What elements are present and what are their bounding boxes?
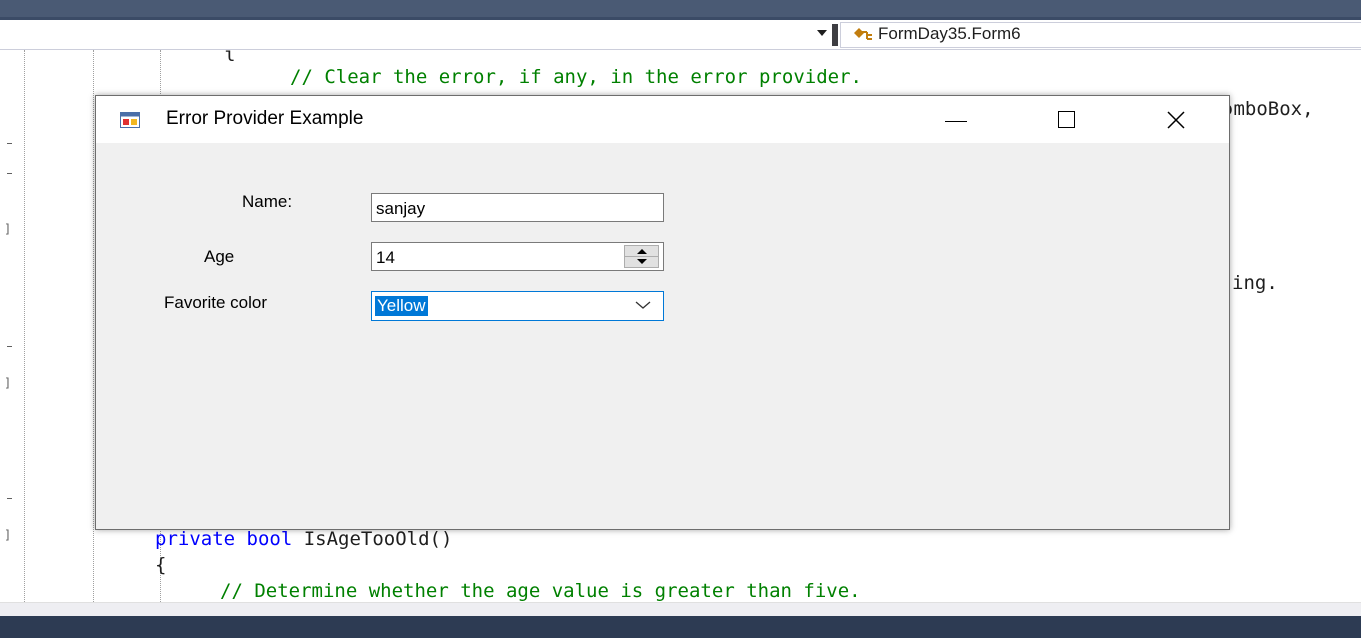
code-keyword: private bool (155, 528, 304, 550)
age-label: Age (204, 247, 235, 266)
nav-separator (832, 24, 838, 46)
favorite-color-value: Yellow (375, 296, 428, 316)
spin-up-button[interactable] (625, 246, 658, 257)
minimize-icon (945, 121, 967, 122)
outline-bracket: ] (4, 528, 12, 542)
indent-guide (24, 50, 25, 602)
code-brace-fragment: ɩ (224, 44, 236, 66)
class-icon (854, 28, 872, 40)
age-stepper[interactable]: 14 (371, 242, 664, 271)
age-spin-buttons (624, 245, 659, 268)
class-name-label: FormDay35.Form6 (878, 24, 1021, 43)
app-form-icon (120, 112, 140, 128)
ide-status-bar (0, 616, 1361, 638)
close-icon (1167, 110, 1185, 129)
outline-tick (7, 173, 12, 174)
spin-down-button[interactable] (625, 257, 658, 268)
horizontal-scrollbar[interactable] (0, 602, 1361, 616)
name-input[interactable]: sanjay (371, 193, 664, 222)
indent-guide (93, 50, 94, 602)
ide-title-bar (0, 0, 1361, 20)
arrow-up-icon (637, 249, 647, 254)
chevron-down-icon[interactable] (634, 298, 652, 312)
code-navigation-bar: FormDay35.Form6 (0, 20, 1361, 50)
outline-bracket: ] (4, 376, 12, 390)
form-title: Error Provider Example (166, 108, 364, 129)
code-string-fragment: ing. (1232, 272, 1278, 294)
outline-tick (7, 346, 12, 347)
age-value: 14 (376, 248, 395, 267)
maximize-icon (1057, 111, 1075, 128)
chevron-down-icon[interactable] (817, 30, 827, 36)
code-method-name: IsAgeTooOld() (303, 528, 453, 550)
outline-tick (7, 143, 12, 144)
outline-bracket: ] (4, 222, 12, 236)
arrow-down-icon (637, 259, 647, 264)
name-label: Name: (242, 192, 293, 211)
code-method-signature: private bool IsAgeTooOld() (155, 528, 452, 550)
minimize-button[interactable] (916, 96, 996, 143)
outline-tick (7, 498, 12, 499)
form-title-bar[interactable]: Error Provider Example (96, 96, 1229, 143)
form-window: Error Provider Example Name: sanjay Age … (95, 95, 1230, 530)
close-button[interactable] (1136, 96, 1216, 143)
favorite-color-label: Favorite color (164, 293, 267, 312)
code-combobox-fragment: ɔmboBox, (1222, 98, 1314, 120)
code-open-brace: { (155, 554, 167, 576)
code-comment-clear-error: // Clear the error, if any, in the error… (290, 66, 862, 88)
favorite-color-select[interactable]: Yellow (371, 291, 664, 321)
maximize-button[interactable] (1026, 96, 1106, 143)
code-comment-age: // Determine whether the age value is gr… (220, 580, 861, 602)
